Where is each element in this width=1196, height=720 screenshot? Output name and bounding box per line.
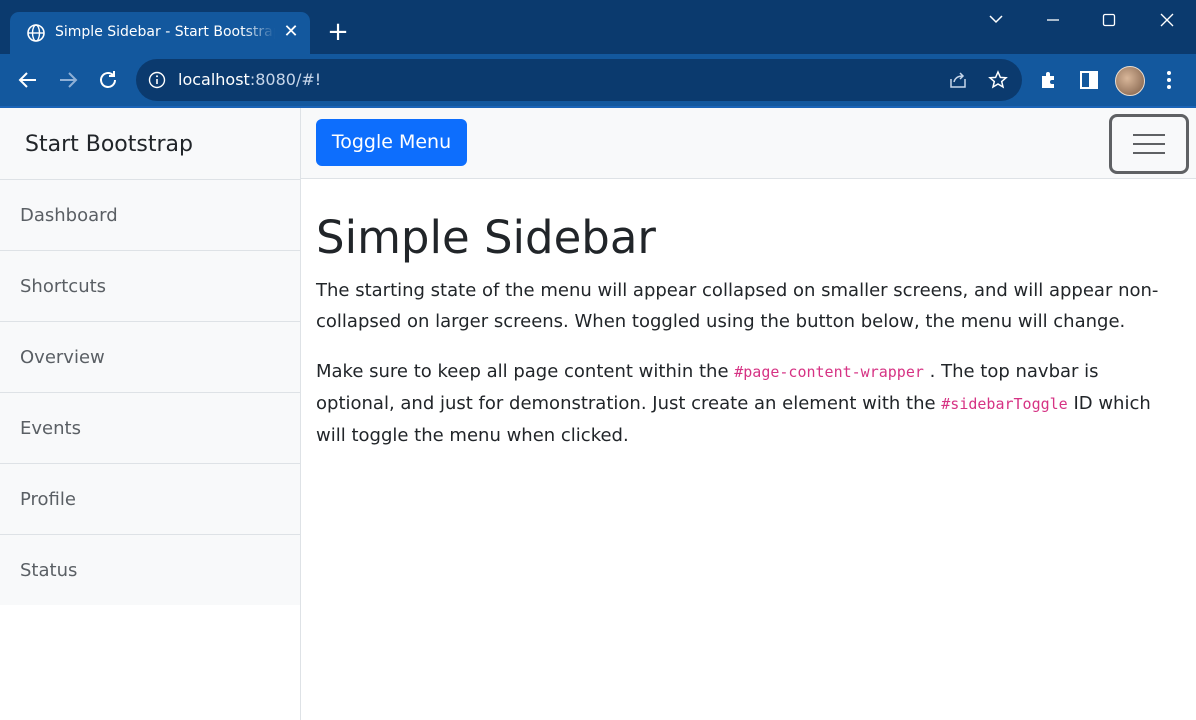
sidebar-item-events[interactable]: Events <box>0 393 300 464</box>
instructions-paragraph: Make sure to keep all page content withi… <box>316 361 1151 446</box>
hamburger-icon <box>1133 152 1165 154</box>
maximize-icon[interactable] <box>1094 8 1124 32</box>
reload-icon[interactable] <box>96 68 120 92</box>
tab-search-chevron-icon[interactable] <box>981 8 1011 32</box>
side-panel-icon[interactable] <box>1077 68 1101 92</box>
close-tab-icon[interactable]: ✕ <box>281 22 301 42</box>
sidebar-wrapper: Start Bootstrap Dashboard Shortcuts Over… <box>0 108 301 720</box>
sidebar-item-profile[interactable]: Profile <box>0 464 300 535</box>
new-tab-icon[interactable]: + <box>324 18 352 46</box>
site-info-icon[interactable] <box>148 71 166 89</box>
hamburger-icon <box>1133 134 1165 136</box>
page-content-wrapper-code: #page-content-wrapper <box>734 363 924 381</box>
back-arrow-icon[interactable] <box>16 68 40 92</box>
sidebar-heading: Start Bootstrap <box>0 108 300 180</box>
globe-icon <box>27 24 45 42</box>
hamburger-icon <box>1133 143 1165 145</box>
sidebar-toggle-code: #sidebarToggle <box>941 395 1068 413</box>
browser-tab-bar: Simple Sidebar - Start Bootstrap Templat… <box>0 0 1196 54</box>
url-text: localhost:8080/#! <box>178 70 322 89</box>
share-icon[interactable] <box>948 70 968 90</box>
sidebar-item-dashboard[interactable]: Dashboard <box>0 180 300 251</box>
sidebar-item-status[interactable]: Status <box>0 535 300 605</box>
close-window-icon[interactable] <box>1152 8 1182 32</box>
minimize-icon[interactable] <box>1038 8 1068 32</box>
sidebar-item-shortcuts[interactable]: Shortcuts <box>0 251 300 322</box>
sidebar-item-overview[interactable]: Overview <box>0 322 300 393</box>
navbar-toggler-button[interactable] <box>1109 114 1189 174</box>
extensions-puzzle-icon[interactable] <box>1037 68 1061 92</box>
page-content: Simple Sidebar The starting state of the… <box>316 212 1180 451</box>
toggle-menu-button[interactable]: Toggle Menu <box>316 119 467 166</box>
top-navbar: Toggle Menu <box>301 108 1196 179</box>
bookmark-star-icon[interactable] <box>988 70 1008 90</box>
address-bar[interactable]: localhost:8080/#! <box>136 59 1022 101</box>
intro-paragraph: The starting state of the menu will appe… <box>316 280 1159 332</box>
forward-arrow-icon[interactable] <box>56 68 80 92</box>
tab-title: Simple Sidebar - Start Bootstrap Templat… <box>55 24 275 40</box>
profile-avatar[interactable] <box>1115 66 1145 96</box>
browser-tab-active[interactable]: Simple Sidebar - Start Bootstrap Templat… <box>10 12 310 54</box>
more-vertical-icon[interactable] <box>1157 68 1181 92</box>
page-title: Simple Sidebar <box>316 211 656 264</box>
browser-toolbar: localhost:8080/#! <box>0 54 1196 106</box>
